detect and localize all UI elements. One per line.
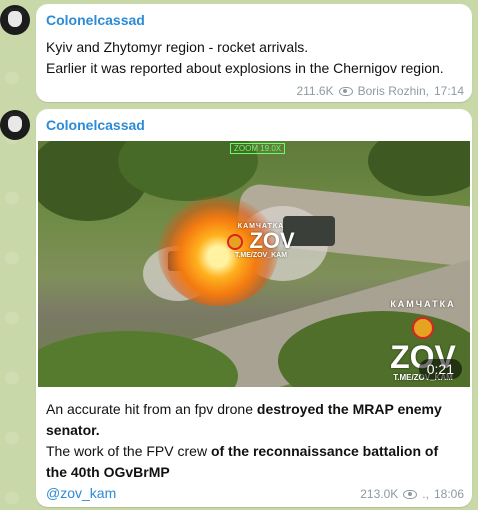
avatar-face	[8, 116, 22, 132]
sender-name[interactable]: Colonelcassad	[46, 117, 145, 133]
message-text: Kyiv and Zhytomyr region - rocket arriva…	[46, 37, 462, 79]
zov-emblem-icon	[227, 234, 244, 251]
zoom-label: ZOOM 19.0X	[230, 143, 286, 154]
text-plain: An accurate hit from an fpv drone	[46, 401, 257, 417]
message-paragraph: An accurate hit from an fpv drone destro…	[46, 399, 462, 441]
channel-avatar[interactable]	[0, 110, 30, 140]
video-thumbnail[interactable]: ZOOM 19.0X КАМЧАТКА ZOV T.ME/ZOV_KAM КАМ…	[38, 141, 470, 387]
view-count: 211.6K	[296, 84, 334, 98]
watermark-word: ZOV	[249, 228, 295, 253]
message-paragraph: The work of the FPV crew of the reconnai…	[46, 441, 462, 483]
zov-emblem-icon	[412, 316, 434, 339]
message-bubble[interactable]: Colonelcassad ZOOM 19.0X КАМЧАТКА ZOV T.…	[36, 109, 472, 507]
watermark-handle: T.ME/ZOV_KAM	[234, 252, 288, 259]
author-signature: .,	[422, 487, 429, 501]
view-count: 213.0K	[360, 487, 399, 501]
message-time: 18:06	[433, 487, 464, 501]
author-signature: Boris Rozhin,	[357, 84, 429, 98]
watermark-top-text: КАМЧАТКА	[390, 299, 456, 309]
message-meta: 213.0K ., 18:06	[360, 487, 464, 501]
message-meta: 211.6K Boris Rozhin, 17:14	[296, 84, 464, 98]
text-plain: The work of the FPV crew	[46, 443, 211, 459]
avatar-face	[8, 11, 22, 27]
message-line: Earlier it was reported about explosions…	[46, 60, 444, 76]
watermark-center: КАМЧАТКА ZOV T.ME/ZOV_KAM	[226, 223, 296, 259]
message-bubble[interactable]: Colonelcassad Kyiv and Zhytomyr region -…	[36, 4, 472, 102]
channel-avatar[interactable]	[0, 5, 30, 35]
video-duration: 0:21	[418, 359, 462, 379]
eye-icon	[338, 86, 353, 96]
tree	[368, 141, 470, 196]
sender-name[interactable]: Colonelcassad	[46, 12, 145, 28]
eye-icon	[403, 489, 418, 499]
message-line: Kyiv and Zhytomyr region - rocket arriva…	[46, 39, 309, 55]
message-time: 17:14	[433, 84, 464, 98]
